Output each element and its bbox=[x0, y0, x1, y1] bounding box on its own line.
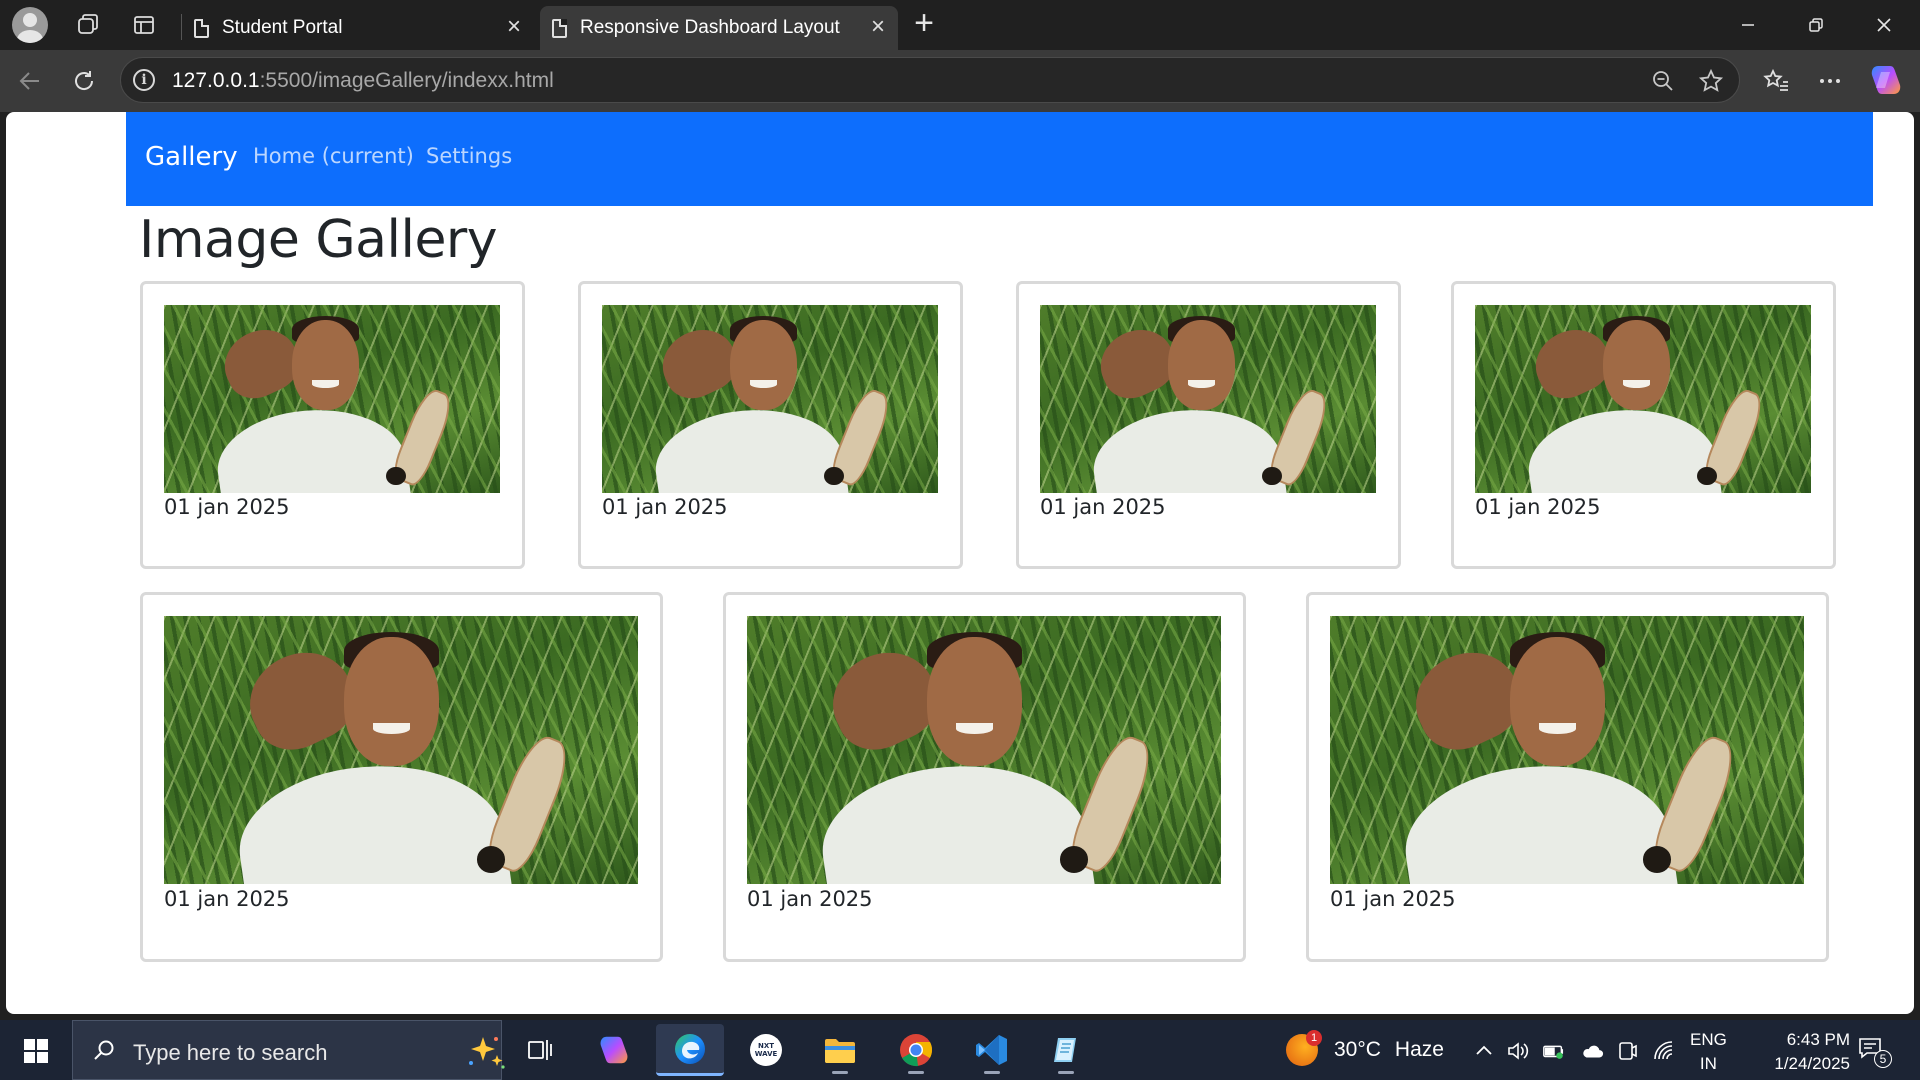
notification-count: 5 bbox=[1874, 1050, 1892, 1068]
weather-widget[interactable]: 1 30°C Haze bbox=[1286, 1030, 1444, 1070]
start-windows-icon[interactable] bbox=[24, 1039, 48, 1063]
nav-link-home[interactable]: Home (current) bbox=[253, 144, 414, 168]
tab-title: Student Portal bbox=[222, 17, 343, 38]
workspaces-icon[interactable] bbox=[72, 9, 104, 41]
taskbar-clock[interactable]: 6:43 PM 1/24/2025 bbox=[1740, 1028, 1850, 1076]
weather-badge: 1 bbox=[1306, 1030, 1322, 1046]
gallery-image[interactable] bbox=[164, 305, 500, 493]
card-date: 01 jan 2025 bbox=[1040, 495, 1166, 519]
weather-haze-icon: 1 bbox=[1286, 1030, 1322, 1066]
site-navbar: Gallery Home (current) Settings bbox=[126, 112, 1873, 206]
nav-link-settings[interactable]: Settings bbox=[426, 144, 512, 168]
url-host: 127.0.0.1 bbox=[172, 69, 260, 92]
favorites-icon[interactable] bbox=[1758, 63, 1794, 99]
edge-browser-icon[interactable] bbox=[656, 1024, 724, 1076]
chrome-browser-icon[interactable] bbox=[882, 1024, 950, 1076]
minimize-button[interactable] bbox=[1722, 0, 1774, 50]
show-hidden-icons-chevron-icon[interactable] bbox=[1472, 1039, 1496, 1063]
gallery-image[interactable] bbox=[747, 616, 1221, 884]
meet-now-icon[interactable] bbox=[1616, 1039, 1640, 1063]
more-options-icon[interactable] bbox=[1812, 63, 1848, 99]
notification-center-icon[interactable]: 5 bbox=[1858, 1036, 1892, 1068]
url-path: :5500/imageGallery/indexx.html bbox=[259, 69, 554, 92]
gallery-card[interactable]: 01 jan 2025 bbox=[140, 281, 525, 569]
input-language-indicator[interactable]: ENG IN bbox=[1690, 1028, 1727, 1076]
weather-temperature: 30°C bbox=[1334, 1038, 1381, 1061]
gallery-image[interactable] bbox=[1330, 616, 1804, 884]
gallery-image[interactable] bbox=[1475, 305, 1811, 493]
clock-date: 1/24/2025 bbox=[1774, 1054, 1850, 1073]
taskbar-search-box[interactable]: Type here to search bbox=[72, 1020, 505, 1080]
gallery-card[interactable]: 01 jan 2025 bbox=[1306, 592, 1829, 962]
search-icon bbox=[94, 1040, 114, 1060]
file-explorer-icon[interactable] bbox=[806, 1024, 874, 1076]
page-icon bbox=[194, 19, 209, 38]
page-title: Image Gallery bbox=[139, 210, 498, 270]
close-tab-icon[interactable]: × bbox=[866, 15, 890, 40]
search-highlight-sparkle-icon bbox=[469, 1037, 505, 1069]
region-code: IN bbox=[1699, 1054, 1717, 1073]
network-wifi-icon[interactable] bbox=[1652, 1039, 1676, 1063]
language-code: ENG bbox=[1690, 1030, 1727, 1049]
profile-avatar-icon[interactable] bbox=[12, 7, 48, 43]
card-date: 01 jan 2025 bbox=[1475, 495, 1601, 519]
gallery-image[interactable] bbox=[1040, 305, 1376, 493]
gallery-image[interactable] bbox=[164, 616, 638, 884]
gallery-card[interactable]: 01 jan 2025 bbox=[1016, 281, 1401, 569]
close-tab-icon[interactable]: × bbox=[502, 15, 526, 40]
refresh-icon[interactable] bbox=[66, 63, 102, 99]
battery-icon[interactable] bbox=[1542, 1039, 1566, 1063]
gallery-card[interactable]: 01 jan 2025 bbox=[140, 592, 663, 962]
clock-time: 6:43 PM bbox=[1786, 1030, 1850, 1049]
gallery-card[interactable]: 01 jan 2025 bbox=[723, 592, 1246, 962]
card-date: 01 jan 2025 bbox=[1330, 887, 1456, 911]
windows-taskbar: Type here to search NXTWAVE 1 30°C Haze bbox=[0, 1020, 1920, 1080]
navbar-brand[interactable]: Gallery bbox=[145, 142, 238, 172]
page-icon bbox=[552, 19, 567, 38]
tab-responsive-dashboard[interactable]: Responsive Dashboard Layout × bbox=[540, 6, 898, 50]
weather-condition: Haze bbox=[1394, 1038, 1444, 1061]
copilot-app-icon[interactable] bbox=[580, 1024, 648, 1076]
svg-text:WAVE: WAVE bbox=[755, 1050, 778, 1058]
volume-icon[interactable] bbox=[1506, 1039, 1530, 1063]
close-window-button[interactable] bbox=[1858, 0, 1910, 50]
url-text[interactable]: 127.0.0.1:5500/imageGallery/indexx.html bbox=[172, 69, 554, 93]
svg-text:NXT: NXT bbox=[758, 1042, 774, 1050]
nxtwave-app-icon[interactable]: NXT WAVE bbox=[732, 1024, 800, 1076]
gallery-card[interactable]: 01 jan 2025 bbox=[578, 281, 963, 569]
task-view-icon[interactable] bbox=[506, 1024, 574, 1076]
notepad-app-icon[interactable] bbox=[1032, 1024, 1100, 1076]
site-info-icon[interactable]: i bbox=[133, 69, 155, 91]
card-date: 01 jan 2025 bbox=[164, 887, 290, 911]
favorite-star-icon[interactable] bbox=[1697, 67, 1725, 95]
tab-title: Responsive Dashboard Layout bbox=[580, 17, 840, 38]
page-viewport: Gallery Home (current) Settings Image Ga… bbox=[6, 112, 1914, 1014]
new-tab-button[interactable]: + bbox=[908, 6, 940, 41]
address-bar[interactable]: i 127.0.0.1:5500/imageGallery/indexx.htm… bbox=[120, 57, 1740, 103]
browser-tab-strip: Student Portal × Responsive Dashboard La… bbox=[0, 0, 1920, 50]
copilot-icon[interactable] bbox=[1868, 62, 1904, 98]
card-date: 01 jan 2025 bbox=[747, 887, 873, 911]
vertical-tabs-icon[interactable] bbox=[128, 9, 160, 41]
zoom-out-icon[interactable] bbox=[1649, 67, 1677, 95]
restore-button[interactable] bbox=[1790, 0, 1842, 50]
gallery-card[interactable]: 01 jan 2025 bbox=[1451, 281, 1836, 569]
browser-toolbar: i 127.0.0.1:5500/imageGallery/indexx.htm… bbox=[0, 50, 1920, 112]
back-arrow-icon[interactable] bbox=[12, 63, 48, 99]
card-date: 01 jan 2025 bbox=[602, 495, 728, 519]
tab-student-portal[interactable]: Student Portal × bbox=[182, 6, 534, 50]
search-placeholder: Type here to search bbox=[133, 1040, 328, 1065]
gallery-image[interactable] bbox=[602, 305, 938, 493]
vscode-icon[interactable] bbox=[958, 1024, 1026, 1076]
onedrive-cloud-icon[interactable] bbox=[1580, 1039, 1604, 1063]
card-date: 01 jan 2025 bbox=[164, 495, 290, 519]
